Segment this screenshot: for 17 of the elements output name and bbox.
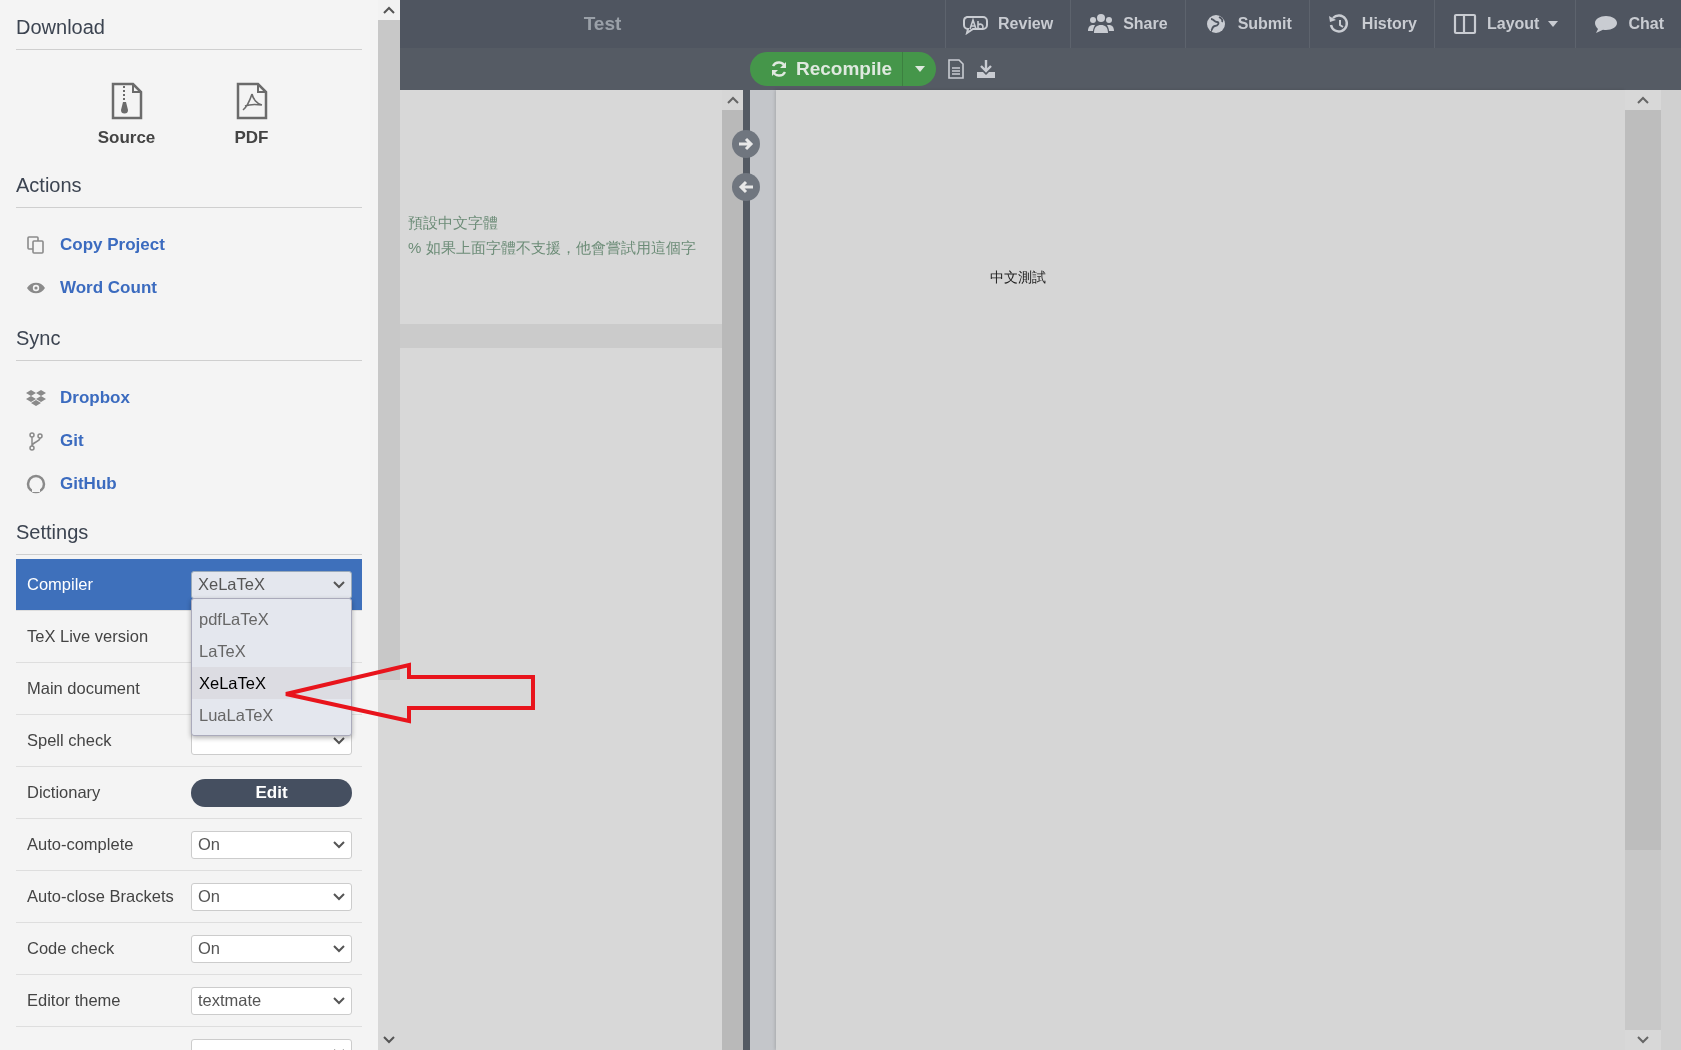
section-heading: Actions	[16, 174, 83, 198]
pdf-text: 中文測試	[990, 269, 1047, 287]
setting-label: Code check	[27, 939, 116, 958]
setting-label: TeX Live version	[27, 627, 150, 646]
setting-label: Main document	[27, 679, 141, 698]
setting-label: Spell check	[27, 731, 113, 750]
section-heading: Download	[16, 0, 362, 50]
code-comment: % 如果上面字體不支援，他會嘗試用這個字	[408, 239, 697, 258]
setting-label: Auto-complete	[27, 835, 135, 854]
project-title: Test	[583, 13, 622, 35]
code-comment: 預設中文字體	[408, 214, 499, 233]
setting-label: Dictionary	[27, 783, 102, 802]
setting-label: Auto-close Brackets	[27, 887, 175, 906]
section-heading: Sync	[16, 311, 362, 361]
setting-label: Compiler	[27, 575, 95, 594]
section-heading: Settings	[16, 507, 362, 555]
setting-label: Editor theme	[27, 991, 122, 1010]
